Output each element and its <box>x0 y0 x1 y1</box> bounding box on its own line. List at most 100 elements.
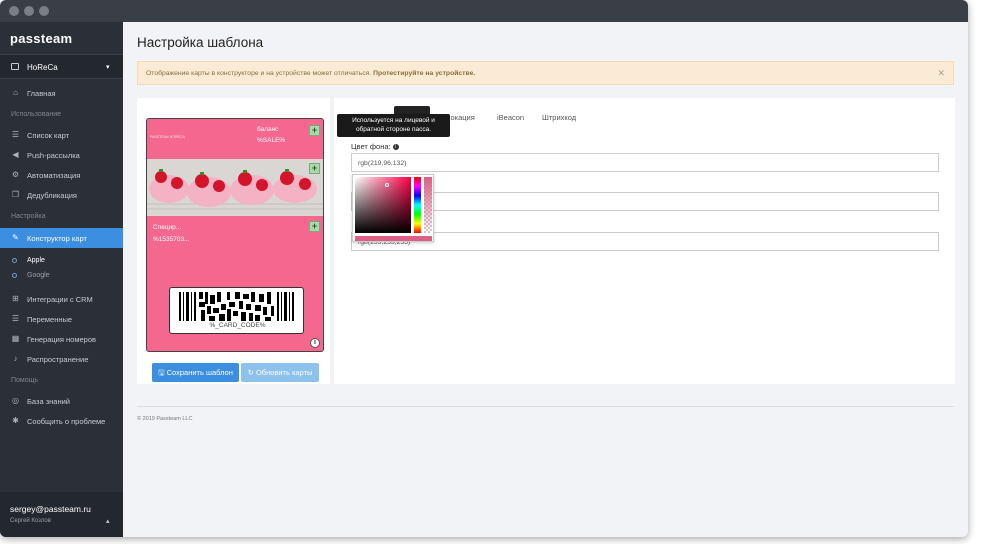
bell-icon: ♪ <box>13 354 18 363</box>
sidebar-item-label: Распространение <box>27 355 89 364</box>
sidebar-item-distribution[interactable]: ♪ Распространение <box>0 349 123 369</box>
sidebar-item-label: Автоматизация <box>27 171 81 180</box>
org-name: HoReCa <box>27 63 58 72</box>
radio-icon <box>12 258 17 263</box>
sidebar-subitem-google[interactable]: Google <box>0 270 123 285</box>
sidebar-item-push[interactable]: ◀ Push-рассылка <box>0 145 123 165</box>
lifebuoy-icon: ◎ <box>12 396 19 405</box>
alpha-slider[interactable] <box>424 177 432 233</box>
sidebar-item-label: Список карт <box>27 131 70 140</box>
alert-strong: Протестируйте на устройстве. <box>373 70 476 77</box>
minimize-window-button[interactable] <box>24 6 34 16</box>
chevron-up-icon: ▴ <box>106 518 110 525</box>
list-icon: ☰ <box>11 314 20 323</box>
bg-color-label-text: Цвет фона: <box>351 142 391 151</box>
label-color-input[interactable]: rgb(255,255,255) <box>351 232 939 251</box>
tooltip: Используется на лицевой и обратной сторо… <box>337 114 450 137</box>
grid-icon: ▦ <box>11 334 20 343</box>
close-window-button[interactable] <box>9 6 19 16</box>
sidebar-item-label: Apple <box>27 257 45 264</box>
bg-color-input[interactable]: rgb(219,96,132) <box>351 153 939 172</box>
tab-ibeacon[interactable]: iBeacon <box>497 113 524 122</box>
bg-color-label: Цвет фона: i <box>351 142 399 151</box>
sidebar-item-label: Переменные <box>27 315 73 324</box>
update-button-label: Обновить карты <box>255 368 313 377</box>
footer: © 2019 Passteam LLC <box>137 406 954 422</box>
sidebar-item-report[interactable]: ✱ Сообщить о проблеме <box>0 411 123 431</box>
copy-icon: ❐ <box>11 190 20 199</box>
sidebar-item-home[interactable]: ⌂ Главная <box>0 83 123 103</box>
tab-barcode[interactable]: Штрихкод <box>542 113 576 122</box>
megaphone-icon: ◀ <box>12 150 19 159</box>
user-menu[interactable]: sergey@passteam.ru Сергей Козлов ▴ <box>0 492 123 537</box>
settings-panel: локация iBeacon Штрихкод Используется на… <box>334 98 955 384</box>
hue-slider[interactable] <box>414 177 421 233</box>
logo: passteam <box>10 31 73 46</box>
close-icon[interactable]: ✕ <box>937 68 945 79</box>
card-secondary-label: Специр... <box>153 224 182 231</box>
sidebar-item-label: Конструктор карт <box>27 234 87 243</box>
card-secondary-value: %1535703... <box>153 236 190 243</box>
sidebar-item-automation[interactable]: ⚙ Автоматизация <box>0 165 123 185</box>
add-strip-image-button[interactable]: + <box>309 163 320 174</box>
sidebar-item-variables[interactable]: ☰ Переменные <box>0 309 123 329</box>
sidebar-subitem-apple[interactable]: Apple <box>0 255 123 270</box>
section-help: Помощь <box>11 377 39 384</box>
page-title: Настройка шаблона <box>137 35 264 50</box>
sidebar-item-kb[interactable]: ◎ База знаний <box>0 391 123 411</box>
title-bar <box>0 0 968 22</box>
card-preview-panel: PASSTEAM HORECA баланс %SALE% + + + Спец… <box>137 98 330 384</box>
gear-icon: ⚙ <box>11 170 20 179</box>
card-preview: PASSTEAM HORECA баланс %SALE% + + + Спец… <box>146 118 324 352</box>
color-preview <box>355 236 432 241</box>
sidebar: passteam HoReCa ▾ ⌂ Главная Использовани… <box>0 22 123 537</box>
save-button-label: Сохранить шаблон <box>166 368 233 377</box>
user-email: sergey@passteam.ru <box>10 504 91 514</box>
add-secondary-field-button[interactable]: + <box>309 221 320 232</box>
barcode-text: %_CARD_CODE% <box>209 322 266 329</box>
sidebar-item-crm[interactable]: ⊞ Интеграции с CRM <box>0 289 123 309</box>
update-cards-button[interactable]: ↻ Обновить карты <box>241 363 319 382</box>
tooltip-line: обратной стороне пасса. <box>355 126 432 133</box>
sidebar-item-constructor[interactable]: ✎ Конструктор карт <box>0 228 123 248</box>
tooltip-line: Используется на лицевой и <box>352 117 435 124</box>
info-icon[interactable]: i <box>392 144 399 151</box>
saturation-area[interactable] <box>355 177 411 233</box>
tab-location[interactable]: локация <box>446 113 475 122</box>
sidebar-item-numbers[interactable]: ▦ Генерация номеров <box>0 329 123 349</box>
warning-alert: Отображение карты в конструкторе и на ус… <box>137 61 954 85</box>
card-barcode: %_CARD_CODE% <box>169 287 304 334</box>
sidebar-item-label: Google <box>27 272 50 279</box>
sidebar-item-label: База знаний <box>27 397 70 406</box>
org-selector[interactable]: HoReCa ▾ <box>0 54 123 79</box>
building-icon <box>11 63 19 70</box>
save-template-button[interactable]: 🖫 Сохранить шаблон <box>152 363 239 382</box>
sidebar-item-cards[interactable]: ☰ Список карт <box>0 125 123 145</box>
sidebar-item-dedup[interactable]: ❐ Дедубликация <box>0 185 123 205</box>
barcode-icon <box>179 292 294 321</box>
foreground-color-input[interactable] <box>351 192 939 211</box>
radio-icon <box>12 273 17 278</box>
sidebar-item-label: Дедубликация <box>27 191 77 200</box>
color-picker[interactable] <box>352 174 434 242</box>
alert-text: Отображение карты в конструкторе и на ус… <box>146 70 372 77</box>
sidebar-item-label: Сообщить о проблеме <box>27 417 106 426</box>
copyright: © 2019 Passteam LLC <box>137 416 193 422</box>
sidebar-item-label: Интеграции с CRM <box>27 295 93 304</box>
zoom-window-button[interactable] <box>39 6 49 16</box>
card-logo[interactable]: PASSTEAM HORECA <box>150 135 185 139</box>
card-header-value: %SALE% <box>257 137 286 144</box>
sidebar-item-label: Генерация номеров <box>27 335 96 344</box>
card-header-label: баланс <box>257 126 279 133</box>
cupcakes-image <box>147 159 323 216</box>
color-selector-handle[interactable] <box>385 183 389 187</box>
brush-icon: ✎ <box>12 233 19 242</box>
user-name: Сергей Козлов <box>10 518 51 524</box>
section-settings: Настройка <box>11 213 46 220</box>
chevron-down-icon: ▾ <box>106 64 110 71</box>
info-icon[interactable]: i <box>310 338 320 348</box>
sidebar-item-label: Главная <box>27 89 56 98</box>
section-usage: Использование <box>11 111 62 118</box>
card-strip-image[interactable] <box>147 159 323 216</box>
add-header-field-button[interactable]: + <box>309 125 320 136</box>
